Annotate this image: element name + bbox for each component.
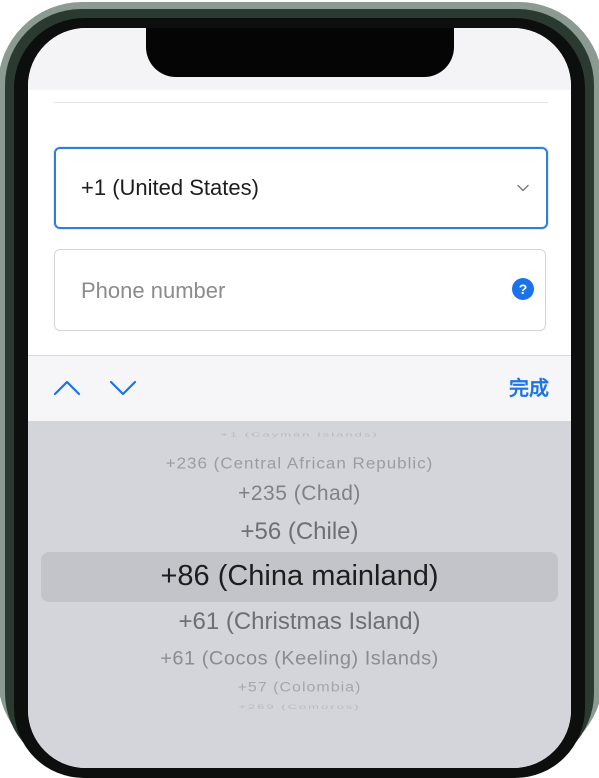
done-button[interactable]: 完成 (509, 356, 549, 422)
phone-screen: +1 (United States) ? 完成 +1 (Cayman Islan… (28, 28, 571, 768)
phone-number-field[interactable]: ? (54, 249, 546, 332)
phone-number-input[interactable] (79, 250, 483, 332)
divider (54, 102, 548, 103)
country-code-value: +1 (United States) (81, 175, 259, 200)
picker-item[interactable]: +236 (Central African Republic) (28, 455, 571, 473)
chevron-down-icon[interactable] (108, 378, 138, 398)
help-icon[interactable]: ? (512, 278, 534, 300)
chevron-down-icon (517, 184, 529, 192)
picker-item[interactable]: +235 (Chad) (28, 482, 571, 506)
chevron-up-icon[interactable] (52, 378, 82, 398)
notch (146, 28, 454, 77)
picker-item[interactable]: +61 (Christmas Island) (28, 608, 571, 636)
picker-item[interactable]: +61 (Cocos (Keeling) Islands) (28, 649, 571, 671)
country-code-select[interactable]: +1 (United States) (54, 147, 548, 229)
picker-item-selected[interactable]: +86 (China mainland) (28, 560, 571, 593)
keyboard-accessory-toolbar: 完成 (28, 355, 571, 422)
picker-item[interactable]: +1 (Cayman Islands) (28, 431, 571, 438)
picker-item[interactable]: +56 (Chile) (28, 518, 571, 546)
picker-item[interactable]: +269 (Comoros) (28, 703, 571, 711)
picker-item[interactable]: +57 (Colombia) (28, 680, 571, 695)
country-code-picker[interactable]: +1 (Cayman Islands) +236 (Central African… (28, 421, 571, 768)
